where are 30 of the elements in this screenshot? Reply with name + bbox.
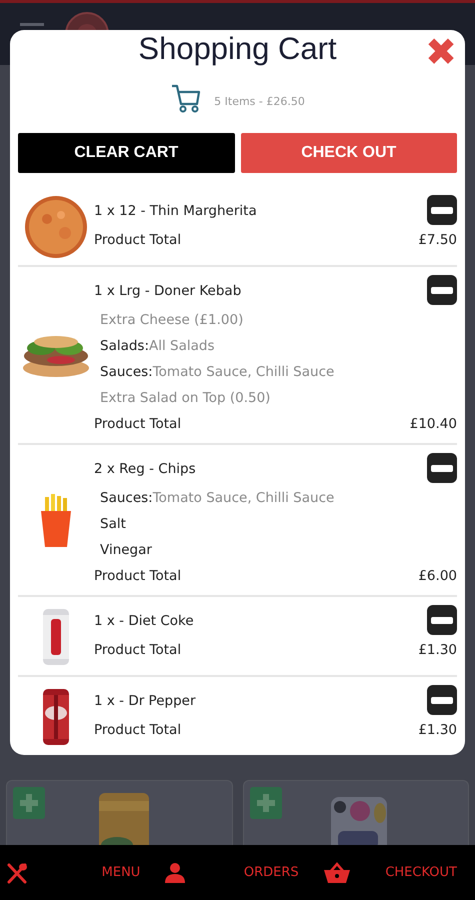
close-button[interactable]: ✖	[425, 30, 457, 74]
item-name: 1 x - Dr Pepper	[94, 693, 196, 709]
product-total-label: Product Total	[94, 641, 182, 660]
product-total-price: £1.30	[418, 641, 457, 660]
product-total-price: £7.50	[418, 231, 457, 250]
product-total-price: £1.30	[418, 721, 457, 740]
cart-summary: 5 Items - £26.50	[214, 95, 305, 108]
nav-tab[interactable]: CHECKOUT	[316, 845, 475, 900]
item-option: Salads:All Salads	[94, 333, 457, 359]
product-total-label: Product Total	[94, 415, 182, 434]
nav-tab[interactable]: ORDERS	[158, 845, 317, 900]
item-name: 2 x Reg - Chips	[94, 461, 196, 477]
item-name: 1 x - Diet Coke	[94, 613, 194, 629]
checkout-button[interactable]: CHECK OUT	[240, 133, 457, 173]
item-option: Extra Cheese (£1.00)	[94, 307, 457, 333]
product-total-label: Product Total	[94, 721, 182, 740]
product-total-label: Product Total	[94, 567, 182, 586]
item-name: 1 x Lrg - Doner Kebab	[94, 283, 242, 299]
dialog-title: Shopping Cart	[138, 30, 337, 66]
item-option: Vinegar	[94, 537, 457, 563]
product-total-label: Product Total	[94, 231, 182, 250]
item-option: Sauces:Tomato Sauce, Chilli Sauce	[94, 359, 457, 385]
clear-cart-button[interactable]: CLEAR CART	[18, 133, 234, 173]
item-option: Extra Salad on Top (0.50)	[94, 385, 457, 411]
item-name: 1 x 12 - Thin Margherita	[94, 203, 257, 219]
item-option: Sauces:Tomato Sauce, Chilli Sauce	[94, 485, 457, 511]
product-total-price: £10.40	[410, 415, 457, 434]
nav-tab[interactable]: MENU	[0, 845, 158, 900]
item-option: Salt	[94, 511, 457, 537]
product-total-price: £6.00	[418, 567, 457, 586]
